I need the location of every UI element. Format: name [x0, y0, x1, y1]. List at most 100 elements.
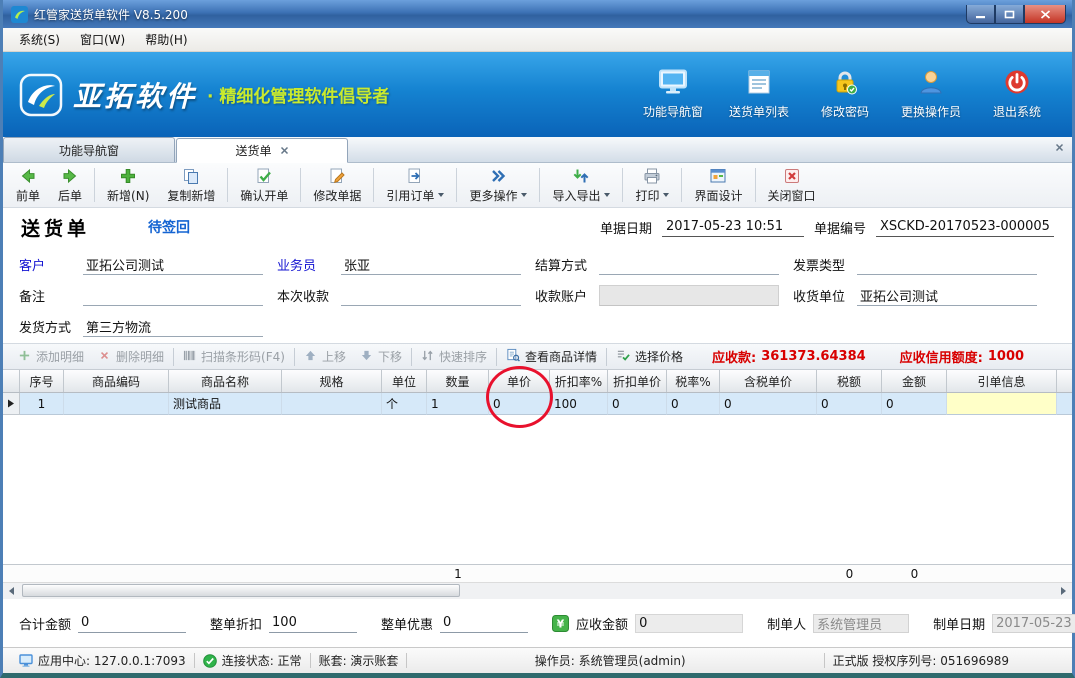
- column-header[interactable]: 税率%: [667, 370, 720, 392]
- toolbar-button[interactable]: 新增(N): [98, 164, 158, 206]
- summary-cell: [489, 565, 550, 582]
- form-field-label[interactable]: 业务员: [277, 255, 341, 274]
- form-field-value[interactable]: [599, 254, 779, 275]
- column-header[interactable]: 折扣率%: [550, 370, 608, 392]
- column-header[interactable]: 折扣单价: [608, 370, 667, 392]
- footer-field: ¥应收金额0: [552, 614, 743, 633]
- toolbar-button[interactable]: 复制新增: [158, 164, 224, 206]
- footer-field-value[interactable]: 0: [635, 614, 743, 633]
- column-header[interactable]: 金额: [882, 370, 947, 392]
- summary-cell: [382, 565, 427, 582]
- table-cell[interactable]: 100: [550, 393, 608, 415]
- toolbar-button-labelrow: 前单: [16, 187, 40, 204]
- table-cell[interactable]: 0: [817, 393, 882, 415]
- yuan-icon[interactable]: ¥: [552, 615, 569, 632]
- toolbar-button-label: 打印: [635, 187, 659, 204]
- table-cell[interactable]: 0: [882, 393, 947, 415]
- footer-field-value: 系统管理员: [813, 614, 909, 633]
- toolbar-button[interactable]: 修改单据: [304, 164, 370, 206]
- banner-action-change-password[interactable]: 修改密码: [806, 65, 884, 124]
- column-header[interactable]: 单位: [382, 370, 427, 392]
- toolbar-button-labelrow: 确认开单: [240, 187, 288, 204]
- close-button[interactable]: [1024, 5, 1066, 24]
- toolbar-button[interactable]: 界面设计: [685, 164, 751, 206]
- power-icon: [1004, 69, 1030, 99]
- table-cell[interactable]: 个: [382, 393, 427, 415]
- toolbar-button[interactable]: 后单: [49, 164, 91, 206]
- toolbar-button[interactable]: 前单: [7, 164, 49, 206]
- form-field-value[interactable]: [341, 285, 521, 306]
- scroll-left-button[interactable]: [3, 583, 20, 599]
- form-field-value[interactable]: 张亚: [341, 254, 521, 275]
- column-header[interactable]: 序号: [20, 370, 64, 392]
- menu-item[interactable]: 帮助(H): [135, 28, 197, 51]
- toolbar-button[interactable]: 更多操作: [460, 164, 536, 206]
- scroll-right-button[interactable]: [1055, 583, 1072, 599]
- menu-item[interactable]: 系统(S): [9, 28, 70, 51]
- tab-close-icon[interactable]: [280, 146, 289, 155]
- column-header[interactable]: 引单信息: [947, 370, 1057, 392]
- form-field-value[interactable]: [857, 254, 1037, 275]
- close-icon: [1040, 4, 1051, 23]
- header-filler: [1057, 370, 1072, 392]
- column-header[interactable]: 单价: [489, 370, 550, 392]
- form-field-value[interactable]: 亚拓公司测试: [857, 285, 1037, 306]
- banner-action-exit-system[interactable]: 退出系统: [978, 65, 1056, 124]
- column-header[interactable]: 规格: [282, 370, 382, 392]
- banner-action-delivery-list[interactable]: 送货单列表: [720, 65, 798, 124]
- column-header[interactable]: 税额: [817, 370, 882, 392]
- maximize-button[interactable]: [995, 5, 1024, 24]
- view-detail-icon: [506, 348, 520, 365]
- column-header[interactable]: 数量: [427, 370, 489, 392]
- scrollbar-thumb[interactable]: [22, 584, 460, 597]
- list-icon: [746, 69, 772, 99]
- table-cell[interactable]: [64, 393, 169, 415]
- footer-field-value[interactable]: 0: [78, 614, 186, 633]
- table-cell[interactable]: [947, 393, 1057, 415]
- separator: [300, 168, 301, 202]
- app-logo-icon: [11, 6, 28, 23]
- banner-action-label: 送货单列表: [729, 103, 789, 120]
- detail-button[interactable]: 查看商品详情: [499, 346, 604, 367]
- table-cell[interactable]: 1: [427, 393, 489, 415]
- toolbar-button[interactable]: 确认开单: [231, 164, 297, 206]
- table-cell[interactable]: 测试商品: [169, 393, 282, 415]
- toolbar-button[interactable]: 引用订单: [377, 164, 453, 206]
- table-cell[interactable]: [282, 393, 382, 415]
- table-cell[interactable]: 0: [720, 393, 817, 415]
- form-field-value[interactable]: 亚拓公司测试: [83, 254, 263, 275]
- horizontal-scrollbar: [3, 582, 1072, 599]
- footer-field-value[interactable]: 100: [269, 614, 357, 633]
- banner-action-switch-operator[interactable]: 更换操作员: [892, 65, 970, 124]
- toolbar-button-label: 更多操作: [469, 187, 517, 204]
- tab-delivery-order[interactable]: 送货单: [176, 138, 348, 163]
- tab-nav-window[interactable]: 功能导航窗: [3, 137, 175, 162]
- detail-button[interactable]: 选择价格: [609, 346, 690, 367]
- table-cell[interactable]: 0: [667, 393, 720, 415]
- menu-item[interactable]: 窗口(W): [70, 28, 135, 51]
- form-field-label: 收货单位: [793, 286, 857, 305]
- tabstrip-close-icon[interactable]: [1055, 143, 1064, 152]
- banner-action-nav-window[interactable]: 功能导航窗: [634, 65, 712, 124]
- toolbar-button[interactable]: 打印: [626, 164, 678, 206]
- footer-field-value[interactable]: 0: [440, 614, 528, 633]
- form-row: 发货方式第三方物流: [19, 316, 1056, 337]
- column-header[interactable]: 商品编码: [64, 370, 169, 392]
- table-cell[interactable]: 1: [20, 393, 64, 415]
- doc-number-value[interactable]: XSCKD-20170523-000005: [876, 218, 1054, 237]
- table-cell[interactable]: 0: [608, 393, 667, 415]
- dropdown-arrow-icon: [521, 193, 527, 197]
- column-header[interactable]: 商品名称: [169, 370, 282, 392]
- doc-date-value[interactable]: 2017-05-23 10:51: [662, 218, 804, 237]
- move-up-icon: [304, 349, 317, 365]
- form-field-value[interactable]: [83, 285, 263, 306]
- form-field-value[interactable]: 第三方物流: [83, 316, 263, 337]
- column-header[interactable]: 含税单价: [720, 370, 817, 392]
- toolbar-button[interactable]: 导入导出: [543, 164, 619, 206]
- maximize-icon: [1004, 4, 1015, 23]
- table-cell[interactable]: 0: [489, 393, 550, 415]
- toolbar-button[interactable]: 关闭窗口: [759, 164, 825, 206]
- status-text: 应用中心: 127.0.0.1:7093: [38, 652, 186, 669]
- form-field-label[interactable]: 客户: [19, 255, 83, 274]
- minimize-button[interactable]: [966, 5, 995, 24]
